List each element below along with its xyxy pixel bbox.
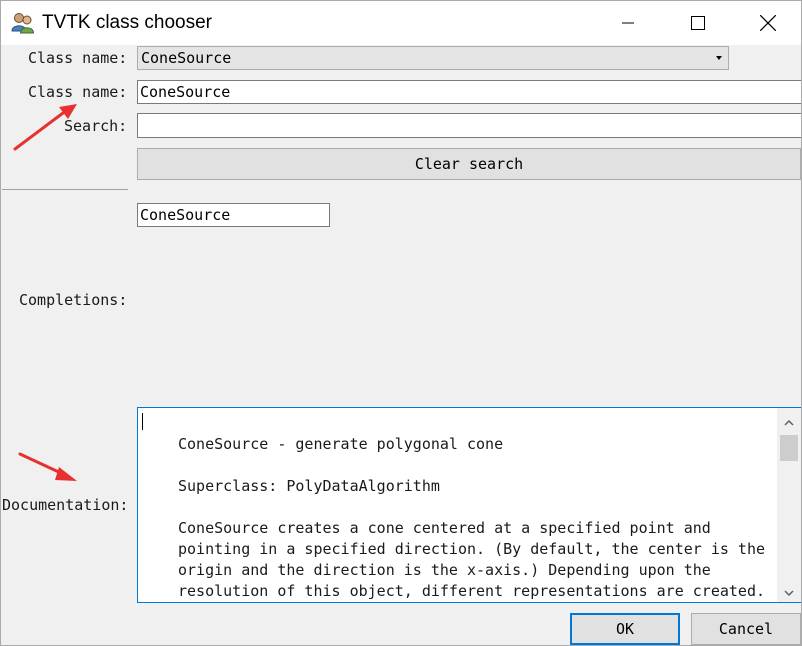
- scrollbar-thumb[interactable]: [780, 435, 798, 461]
- doc-line: ConeSource - generate polygonal cone: [178, 435, 504, 453]
- chevron-down-icon: [784, 581, 794, 600]
- clear-search-button[interactable]: Clear search: [137, 148, 801, 180]
- clear-search-label: Clear search: [414, 155, 524, 173]
- doc-line: pointing in a specified direction. (By d…: [178, 540, 765, 558]
- completions-list[interactable]: ConeSource: [137, 203, 330, 227]
- ok-button-label: OK: [615, 620, 635, 638]
- completions-label: Completions:: [19, 291, 128, 309]
- cancel-button-label: Cancel: [718, 620, 774, 638]
- close-icon: [760, 15, 776, 31]
- minimize-button[interactable]: [593, 1, 663, 45]
- scroll-down-button[interactable]: [777, 578, 801, 602]
- doc-line: resolution of this object, different rep…: [178, 582, 765, 600]
- cancel-button[interactable]: Cancel: [691, 613, 801, 645]
- scroll-up-button[interactable]: [777, 408, 801, 432]
- text-caret: [142, 413, 143, 430]
- documentation-text[interactable]: ConeSource - generate polygonal cone Sup…: [138, 408, 774, 602]
- class-name-dropdown-value: ConeSource: [141, 49, 232, 67]
- class-name-dropdown[interactable]: ConeSource: [137, 46, 729, 70]
- doc-line: origin and the direction is the x-axis.)…: [178, 561, 711, 579]
- documentation-label: Documentation:: [2, 496, 129, 514]
- vertical-scrollbar[interactable]: [777, 408, 801, 602]
- documentation-textarea[interactable]: ConeSource - generate polygonal cone Sup…: [137, 407, 801, 603]
- ok-button[interactable]: OK: [570, 613, 680, 645]
- search-input[interactable]: [137, 113, 801, 138]
- class-chooser-dialog: TVTK class chooser Class name: ConeSourc…: [0, 0, 802, 646]
- red-arrow-icon: [18, 452, 77, 481]
- list-item[interactable]: ConeSource: [140, 206, 230, 224]
- class-name-input[interactable]: [137, 80, 801, 104]
- doc-line: ConeSource creates a cone centered at a …: [178, 519, 711, 537]
- chevron-down-icon: [716, 56, 722, 60]
- users-app-icon: [11, 11, 35, 35]
- section-divider: [2, 189, 128, 190]
- chevron-up-icon: [784, 411, 794, 430]
- red-arrow-icon: [13, 104, 77, 151]
- close-button[interactable]: [733, 1, 801, 45]
- class-name-input-label: Class name:: [28, 83, 128, 101]
- window-title: TVTK class chooser: [42, 12, 212, 33]
- class-name-combo-label: Class name:: [28, 49, 128, 67]
- maximize-icon: [691, 16, 705, 30]
- minimize-icon: [622, 17, 634, 29]
- doc-line: Superclass: PolyDataAlgorithm: [178, 477, 440, 495]
- maximize-button[interactable]: [663, 1, 733, 45]
- title-bar[interactable]: TVTK class chooser: [1, 1, 801, 45]
